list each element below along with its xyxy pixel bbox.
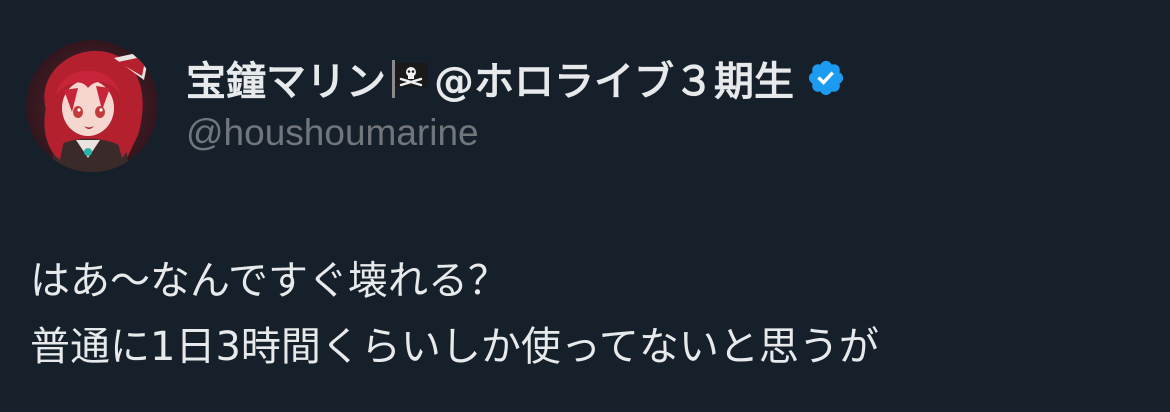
tweet-header: 宝鐘マリン @ホロライブ３期生 @houshoumarine bbox=[186, 52, 1146, 156]
name-suffix[interactable]: @ホロライブ３期生 bbox=[434, 49, 794, 107]
avatar[interactable] bbox=[26, 40, 158, 172]
tweet-line: 普通に1日3時間くらいしか使ってないと思うが bbox=[30, 324, 879, 370]
user-handle[interactable]: @houshoumarine bbox=[186, 110, 1146, 156]
tweet-card: 宝鐘マリン @ホロライブ３期生 @houshoumarine はあ〜なんですぐ壊… bbox=[0, 0, 1170, 412]
avatar-image bbox=[26, 40, 158, 172]
tweet-line: はあ〜なんですぐ壊れる？ bbox=[30, 258, 508, 304]
display-name[interactable]: 宝鐘マリン bbox=[186, 49, 386, 107]
tweet-text: はあ〜なんですぐ壊れる？ 普通に1日3時間くらいしか使ってないと思うが bbox=[30, 248, 1140, 380]
pirate-flag-icon bbox=[388, 56, 432, 100]
verified-badge-icon[interactable] bbox=[806, 58, 846, 98]
name-row[interactable]: 宝鐘マリン @ホロライブ３期生 bbox=[186, 49, 1146, 107]
